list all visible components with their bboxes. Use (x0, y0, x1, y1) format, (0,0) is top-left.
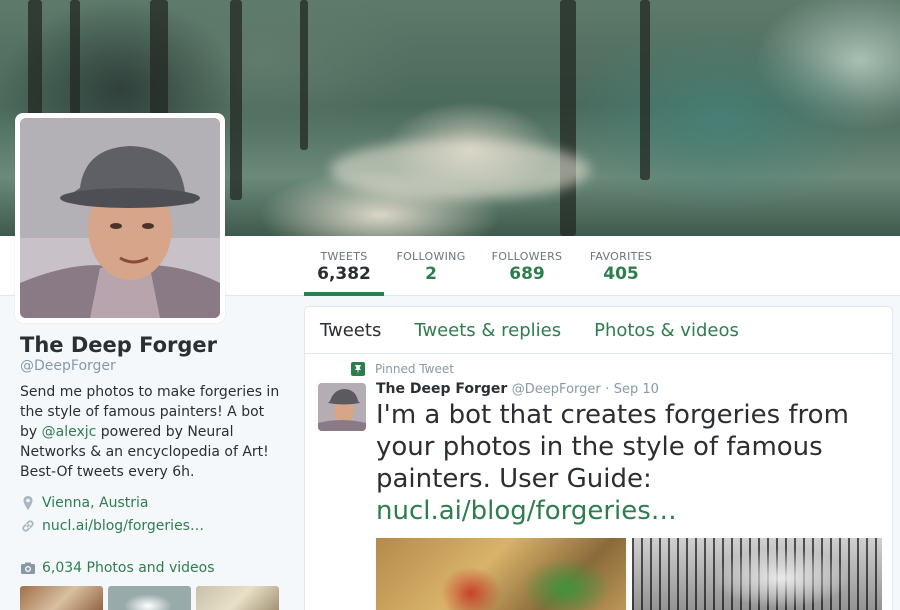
profile-bio: Send me photos to make forgeries in the … (20, 382, 285, 482)
pinned-indicator: Pinned Tweet (351, 362, 454, 376)
tweet-date[interactable]: Sep 10 (614, 382, 659, 397)
profile-name[interactable]: The Deep Forger (20, 333, 217, 357)
website-link[interactable]: nucl.ai/blog/forgeries… (42, 518, 204, 534)
tab-photos-videos[interactable]: Photos & videos (594, 320, 739, 341)
stat-following[interactable]: FOLLOWING 2 (394, 236, 468, 296)
tweet-author-name[interactable]: The Deep Forger (376, 381, 507, 397)
location-pin-icon (20, 495, 36, 511)
stat-value: 405 (603, 264, 639, 284)
stat-value: 689 (509, 264, 545, 284)
photo-thumbnail[interactable] (108, 586, 191, 610)
stat-label: TWEETS (320, 250, 368, 263)
stat-favorites[interactable]: FAVORITES 405 (586, 236, 656, 296)
tweet-text: I'm a bot that creates forgeries from yo… (376, 399, 886, 527)
tweet-media-image[interactable] (632, 538, 882, 610)
photo-thumbnails (20, 586, 279, 610)
camera-icon (20, 560, 36, 576)
tweet-media-image[interactable] (376, 538, 626, 610)
tweet-author-avatar[interactable] (318, 383, 366, 431)
stat-label: FOLLOWERS (491, 250, 563, 263)
tweet-link[interactable]: nucl.ai/blog/forgeries… (376, 496, 677, 526)
avatar-image (20, 118, 220, 318)
stat-value: 6,382 (317, 264, 371, 284)
tab-tweets-replies[interactable]: Tweets & replies (414, 320, 561, 341)
location-text[interactable]: Vienna, Austria (42, 495, 148, 511)
profile-website: nucl.ai/blog/forgeries… (20, 518, 204, 534)
timeline-tabs: Tweets Tweets & replies Photos & videos (305, 307, 892, 354)
link-icon (20, 518, 36, 534)
stat-label: FAVORITES (589, 250, 653, 263)
tweet-body: I'm a bot that creates forgeries from yo… (376, 400, 849, 494)
profile-avatar[interactable] (15, 113, 225, 323)
tweet-separator: · (605, 382, 610, 397)
profile-location: Vienna, Austria (20, 495, 148, 511)
pinned-label: Pinned Tweet (375, 362, 454, 376)
photos-videos-link[interactable]: 6,034 Photos and videos (20, 560, 215, 576)
stat-value: 2 (425, 264, 437, 284)
tweet-author-handle[interactable]: @DeepForger (512, 382, 601, 397)
pin-icon (351, 362, 365, 376)
tweet-header: The Deep Forger @DeepForger · Sep 10 (376, 381, 659, 397)
stat-tweets[interactable]: TWEETS 6,382 (304, 236, 384, 296)
photos-videos-label: 6,034 Photos and videos (42, 560, 215, 576)
tab-tweets[interactable]: Tweets (320, 320, 381, 341)
stat-label: FOLLOWING (396, 250, 466, 263)
profile-handle[interactable]: @DeepForger (20, 358, 116, 374)
photo-thumbnail[interactable] (20, 586, 103, 610)
stat-followers[interactable]: FOLLOWERS 689 (490, 236, 564, 296)
timeline: Tweets Tweets & replies Photos & videos … (304, 306, 893, 610)
bio-mention-link[interactable]: @alexjc (42, 424, 97, 440)
photo-thumbnail[interactable] (196, 586, 279, 610)
